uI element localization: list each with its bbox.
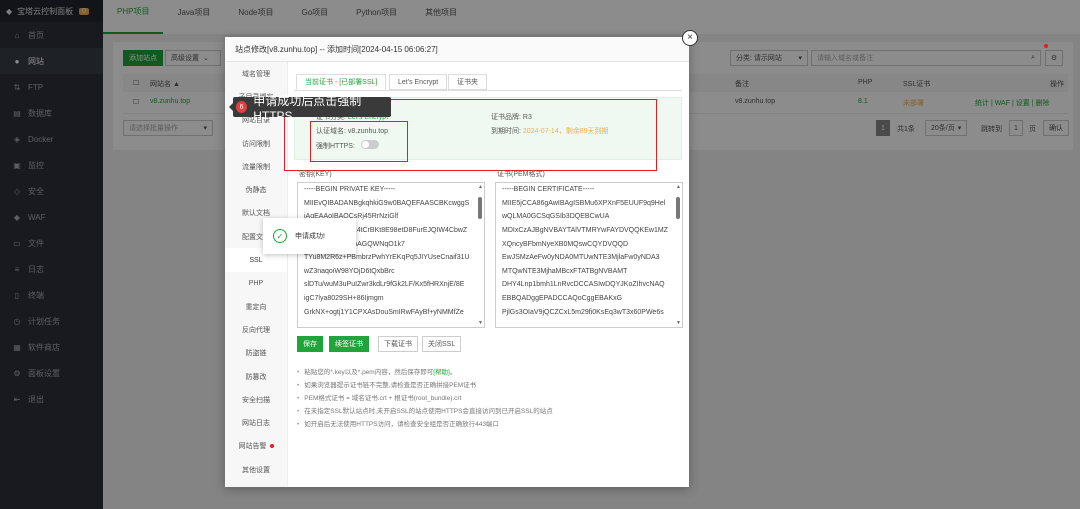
- text-line: EBBQADggEPADCCAQoCggEBAKxG: [502, 295, 623, 303]
- step-callout: 6 申请成功后点击强制HTTPS: [229, 94, 391, 123]
- tip-item: 在未指定SSL默认站点时,未开启SSL的站点使用HTTPS会直接访问到已开启SS…: [297, 405, 553, 415]
- modal-nav-item-14[interactable]: 安全扫描: [225, 388, 287, 411]
- scroll-up-icon[interactable]: ▲: [676, 184, 681, 190]
- modal-nav-label: 网站告警: [238, 443, 267, 451]
- modal-nav-label: PHP: [248, 279, 264, 287]
- modal-nav-item-11[interactable]: 反向代理: [225, 318, 287, 341]
- modal-nav-item-16[interactable]: 网站告警: [225, 435, 287, 458]
- modal-nav-label: 网站日志: [242, 420, 270, 428]
- modal-nav-label: 伪静态: [245, 187, 267, 195]
- modal-nav-label: 其他设置: [242, 466, 270, 474]
- tip-text: 如果浏览器提示证书链不完整,请检查是否正确拼接PEM证书: [304, 382, 477, 389]
- tip-item: 如果浏览器提示证书链不完整,请检查是否正确拼接PEM证书: [297, 379, 476, 389]
- modal-nav-label: 反向代理: [242, 326, 270, 334]
- step-callout-text: 申请成功后点击强制HTTPS: [253, 93, 362, 123]
- text-line: XQncyBFbmNyeXB0MQswCQYDVQQD: [502, 240, 629, 248]
- help-link[interactable]: [帮助]: [433, 369, 450, 376]
- pem-label: 证书(PEM格式): [497, 171, 545, 178]
- tip-text: PEM格式证书 = 域名证书.crt + 根证书(root_bundle).cr…: [304, 395, 462, 402]
- modal-nav-item-17[interactable]: 其他设置: [225, 458, 287, 481]
- text-line: slDTu/wuM3uPuIZwr3kdLr9fGk2LF/Kx5fHRXnjE…: [304, 281, 465, 289]
- text-line: wZ3naqoiW98YOjD6tQxbBrc: [304, 267, 395, 275]
- step-number-badge: 6: [236, 101, 248, 113]
- modal-nav-label: 防篡改: [245, 373, 267, 381]
- scrollbar-thumb[interactable]: [676, 197, 680, 219]
- modal-nav-label: SSL: [249, 256, 263, 264]
- scroll-down-icon[interactable]: ▼: [676, 320, 681, 326]
- modal-nav-label: 安全扫描: [242, 396, 270, 404]
- text-line: MDIxCzAJBgNVBAYTAlVTMRYwFAYDVQQKEw1MZ: [502, 227, 668, 235]
- alert-dot-icon: [269, 444, 274, 449]
- text-line: DHY4Lnp1bmh1LnRvcDCCASIwDQYJKoZIhvcNAQ: [502, 281, 665, 289]
- modal-nav-item-9[interactable]: PHP: [225, 272, 287, 295]
- tip-item: PEM格式证书 = 域名证书.crt + 根证书(root_bundle).cr…: [297, 392, 461, 402]
- close-ssl-button[interactable]: 关闭SSL: [422, 336, 462, 352]
- success-toast: ✓ 申请成功!: [263, 218, 356, 254]
- scrollbar-thumb[interactable]: [478, 197, 482, 219]
- tip-item: 如开启后无法使用HTTPS访问，请检查安全组是否正确放行443端口: [297, 418, 499, 428]
- scroll-up-icon[interactable]: ▲: [478, 184, 483, 190]
- modal-nav-item-4[interactable]: 流量限制: [225, 155, 287, 178]
- tip-text: 在未指定SSL默认站点时,未开启SSL的站点使用HTTPS会直接访问到已开启SS…: [304, 408, 553, 415]
- modal-nav-item-10[interactable]: 重定向: [225, 295, 287, 318]
- toast-text: 申请成功!: [295, 233, 325, 240]
- pem-textarea[interactable]: -----BEGIN CERTIFICATE----- MIIE5jCCA86gA…: [495, 182, 683, 328]
- close-icon[interactable]: ×: [682, 30, 698, 46]
- tip-text: 如开启后无法使用HTTPS访问，请检查安全组是否正确放行443端口: [304, 421, 499, 428]
- check-icon: ✓: [273, 229, 287, 243]
- modal-nav-label: 访问限制: [242, 140, 270, 148]
- text-line: -----BEGIN PRIVATE KEY-----: [304, 186, 396, 194]
- download-cert-button[interactable]: 下载证书: [378, 336, 418, 352]
- text-line: MTQwNTE3MjhaMBcxFTATBgNVBAMT: [502, 267, 628, 275]
- tab-cert-folder[interactable]: 证书夹: [448, 74, 487, 90]
- modal-nav-label: 默认文档: [242, 210, 270, 218]
- modal-nav: 域名管理子目录绑定网站目录访问限制流量限制伪静态默认文档配置文件SSLPHP重定…: [225, 62, 288, 487]
- key-textarea[interactable]: -----BEGIN PRIVATE KEY----- MIIEvQIBADANB…: [297, 182, 485, 328]
- text-line: EwJSMzAeFw0yNDA0MTUwNTE3MjlaFw0yNDA3: [502, 254, 660, 262]
- modal-nav-label: 流量限制: [242, 163, 270, 171]
- text-line: igC7lya8029SH+86Ijmgm: [304, 295, 384, 303]
- modal-nav-item-13[interactable]: 防篡改: [225, 365, 287, 388]
- text-line: MIIE5jCCA86gAwIBAgISBMu6XPXnF5EUUF9q9Hel: [502, 199, 666, 207]
- key-label: 密钥(KEY): [299, 171, 332, 178]
- modal-nav-item-15[interactable]: 网站日志: [225, 411, 287, 434]
- text-line: PjlGs3OIaV9jQCZCxL5m29fi0KsEq3wT3x60PWe6…: [502, 308, 664, 316]
- tip-text: 粘贴您的*.key以及*.pem内容，然后保存即可: [304, 369, 434, 376]
- text-line: -----BEGIN CERTIFICATE-----: [502, 186, 595, 194]
- tip-end: 。: [449, 369, 457, 376]
- notification-dot: [1044, 44, 1048, 48]
- renew-cert-button[interactable]: 续签证书: [329, 336, 369, 352]
- modal-nav-item-0[interactable]: 域名管理: [225, 62, 287, 85]
- modal-nav-label: 重定向: [245, 303, 267, 311]
- tip-item: 粘贴您的*.key以及*.pem内容，然后保存即可[帮助]。: [297, 366, 456, 376]
- text-line: GrkNX+ogtj1Y1CPXAsDouSmIRwFAyBf+yNMMfZe: [304, 308, 464, 316]
- tab-current-cert[interactable]: 当前证书 - [已部署SSL]: [296, 74, 387, 90]
- modal-nav-item-12[interactable]: 防盗链: [225, 342, 287, 365]
- modal-nav-item-3[interactable]: 访问限制: [225, 132, 287, 155]
- modal-nav-label: 域名管理: [242, 70, 270, 78]
- modal-title: 站点修改[v8.zunhu.top] -- 添加时间[2024-04-15 06…: [225, 37, 689, 62]
- save-button[interactable]: 保存: [297, 336, 323, 352]
- text-line: MIIEvQIBADANBgkqhkiG9w0BAQEFAASCBKcwggS: [304, 199, 470, 207]
- modal-nav-label: 防盗链: [245, 350, 267, 358]
- scroll-down-icon[interactable]: ▼: [478, 320, 483, 326]
- text-line: wQLMA0GCSqGSIb3DQEBCwUA: [502, 213, 610, 221]
- tab-lets-encrypt[interactable]: Let's Encrypt: [389, 74, 448, 90]
- modal-nav-item-5[interactable]: 伪静态: [225, 178, 287, 201]
- highlight-box-https: [310, 121, 408, 162]
